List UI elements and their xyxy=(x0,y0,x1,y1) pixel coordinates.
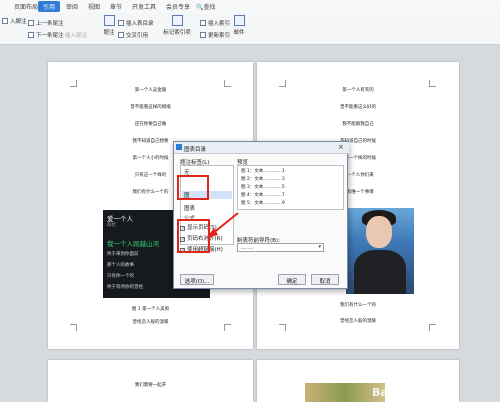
preview-line: 图 2：文本.............3 xyxy=(241,177,285,182)
text-line: 第一个人吴金陵 xyxy=(134,88,167,93)
text-line: 我们需要一起开 xyxy=(134,383,167,388)
watermark: Baidu 经验 xyxy=(372,386,434,399)
figure-photo xyxy=(346,208,414,294)
mark-index-button[interactable]: 标记索引项 xyxy=(160,15,194,36)
photo-body xyxy=(354,250,406,294)
highlight-label-box xyxy=(177,175,209,200)
text-line: 曾经恋人般的温暖 xyxy=(340,319,376,324)
next-icon xyxy=(28,32,34,38)
dialog-app-icon xyxy=(176,144,182,150)
preview-line: 图 4：文本.............7 xyxy=(241,193,285,198)
index-icon xyxy=(200,20,206,26)
insert-figure-table-button[interactable]: 插入表目录 xyxy=(118,19,154,27)
annotation-arrow xyxy=(206,212,239,238)
photo-face xyxy=(366,216,392,248)
insert-endnote-button[interactable]: 插入尾注 xyxy=(65,31,87,39)
options-button[interactable]: 选项(O)... xyxy=(180,274,214,285)
ribbon-tabs: 页面布局 引用 审阅 视图 章节 开发工具 会员专享 🔍查找 xyxy=(0,0,500,13)
lyric-line: 终于来到你面前 xyxy=(107,252,139,257)
preview-line: 图 5：文本.............9 xyxy=(241,201,285,206)
preview-line: 图 3：文本.............5 xyxy=(241,185,285,190)
text-line: 还在你要自己做 xyxy=(134,122,167,127)
tab-member[interactable]: 会员专享 xyxy=(166,2,190,11)
tab-references[interactable]: 引用 xyxy=(38,1,61,12)
cross-reference-button[interactable]: 交叉引用 xyxy=(118,31,148,39)
text-line: 我不能跟我自己 xyxy=(342,122,374,127)
mail-icon xyxy=(233,15,245,26)
document-page-left-2: 我们需要一起开 xyxy=(48,360,253,402)
chevron-down-icon: ▾ xyxy=(318,244,321,250)
text-line: 曾经恋人般的温暖 xyxy=(132,320,169,325)
lyric-line: 那个人的故事 xyxy=(107,263,134,268)
prev-icon xyxy=(28,20,34,26)
tab-page-layout[interactable]: 页面布局 xyxy=(14,2,38,11)
margin-mark xyxy=(429,80,436,87)
lyric-line: 终于等待你的曾经 xyxy=(107,285,143,290)
table-of-figures-dialog: 图表目录 × 题注标签(L) 无 图 图表 公式 预览 图 1：文本......… xyxy=(173,141,349,289)
insert-index-button[interactable]: 插入索引 xyxy=(200,19,230,27)
tab-developer[interactable]: 开发工具 xyxy=(132,2,156,11)
update-index-button[interactable]: 更新索引 xyxy=(200,31,230,39)
margin-mark xyxy=(279,324,286,331)
dialog-title: 图表目录 xyxy=(174,142,349,154)
tab-chapter[interactable]: 章节 xyxy=(110,2,122,11)
margin-mark xyxy=(224,80,231,87)
preview-box: 图 1：文本.............1 图 2：文本.............… xyxy=(237,165,344,210)
text-line: 曾不能看这样的绸缎 xyxy=(130,105,171,110)
ok-button[interactable]: 确定 xyxy=(278,274,306,285)
tab-search[interactable]: 🔍查找 xyxy=(196,2,216,11)
insert-footnote-button[interactable]: 入脚注 xyxy=(2,17,27,25)
cancel-button[interactable]: 取消 xyxy=(311,274,339,285)
margin-mark xyxy=(429,324,436,331)
text-line: 曾不能看这么好的 xyxy=(340,105,376,110)
tab-leader-select[interactable]: ........ ▾ xyxy=(237,243,324,252)
close-icon[interactable]: × xyxy=(338,143,344,151)
next-endnote-button[interactable]: 下一条尾注 xyxy=(28,31,64,39)
ribbon-toolbar: 入脚注 上一条尾注 下一条尾注 插入尾注 插入表目录 交叉引用 题注 标记索引项… xyxy=(0,13,500,45)
list-item[interactable]: 图表 xyxy=(184,204,195,212)
margin-mark xyxy=(70,324,77,331)
margin-mark xyxy=(224,324,231,331)
margin-mark xyxy=(279,80,286,87)
tab-review[interactable]: 审阅 xyxy=(66,2,78,11)
figure-caption: 图 1 第一个人美照 xyxy=(131,307,170,312)
tab-view[interactable]: 视图 xyxy=(88,2,100,11)
margin-mark xyxy=(70,80,77,87)
refresh-icon xyxy=(200,32,206,38)
mail-button[interactable]: 邮件 xyxy=(228,15,250,36)
caption-button[interactable]: 题注 xyxy=(98,15,120,36)
prev-endnote-button[interactable]: 上一条尾注 xyxy=(28,19,64,27)
text-line: 第一个人有笑的 xyxy=(342,88,374,93)
mark-index-icon xyxy=(171,15,183,26)
lyric-line-current: 我一个人跨越山河 xyxy=(107,240,159,248)
caption-icon xyxy=(103,15,115,26)
text-line: 我们有什么一个的 xyxy=(340,303,376,308)
lyric-line: 只有你一个的 xyxy=(107,274,134,279)
song-artist: 群星 xyxy=(107,223,116,228)
preview-line: 图 1：文本.............1 xyxy=(241,169,285,174)
footnote-icon xyxy=(2,18,8,24)
